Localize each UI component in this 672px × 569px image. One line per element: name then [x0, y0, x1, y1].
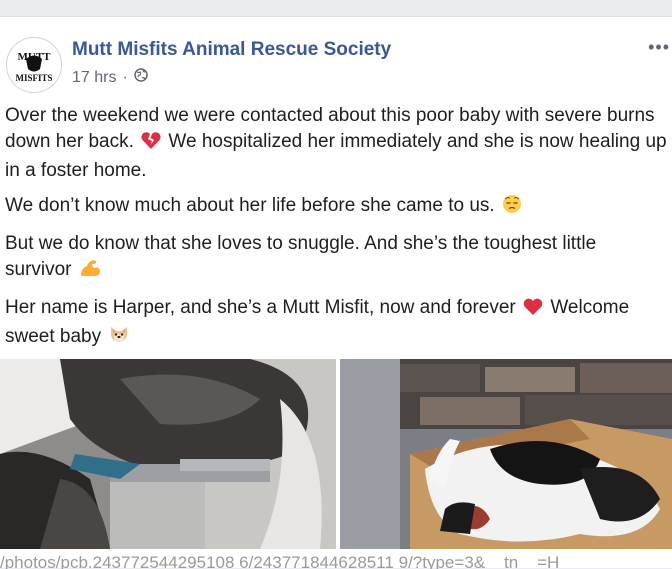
separator: ·: [122, 68, 128, 86]
photo-grid: [0, 359, 672, 549]
photo-dog-in-box[interactable]: [340, 359, 672, 549]
pensive-face-emoji: [502, 194, 522, 222]
status-url: /photos/pcb.243772544295108 6/2437718446…: [0, 553, 560, 569]
paragraph-3: But we do know that she loves to snuggle…: [5, 231, 667, 286]
logo-icon: MUTT MISFITS: [7, 38, 61, 92]
post-card: MUTT MISFITS Mutt Misfits Animal Rescue …: [0, 16, 672, 569]
flexed-biceps-emoji: [79, 258, 101, 286]
paragraph-2-text: We don’t know much about her life before…: [5, 195, 495, 216]
post-message: Over the weekend we were contacted about…: [5, 103, 667, 362]
page-name-link[interactable]: Mutt Misfits Animal Rescue Society: [72, 39, 391, 61]
paragraph-1: Over the weekend we were contacted about…: [5, 103, 667, 184]
ellipsis-icon: •••: [648, 37, 670, 57]
page-avatar[interactable]: MUTT MISFITS: [6, 37, 62, 93]
post-meta: 17 hrs ·: [72, 68, 148, 87]
top-bar: [0, 0, 672, 16]
logo-text-bottom: MISFITS: [15, 73, 52, 83]
logo-text-top: MUTT: [18, 51, 52, 63]
paragraph-2: We don’t know much about her life before…: [5, 193, 667, 222]
globe-icon[interactable]: [134, 68, 148, 87]
more-options-button[interactable]: •••: [648, 37, 670, 58]
paragraph-4: Her name is Harper, and she’s a Mutt Mis…: [5, 295, 667, 353]
dog-face-emoji: [108, 325, 130, 353]
timestamp-link[interactable]: 17 hrs: [72, 69, 116, 87]
photo-dog-on-vet-table[interactable]: [0, 359, 336, 549]
red-heart-emoji: [523, 298, 543, 324]
broken-heart-emoji: [141, 131, 161, 158]
paragraph-4-text-a: Her name is Harper, and she’s a Mutt Mis…: [5, 297, 516, 318]
